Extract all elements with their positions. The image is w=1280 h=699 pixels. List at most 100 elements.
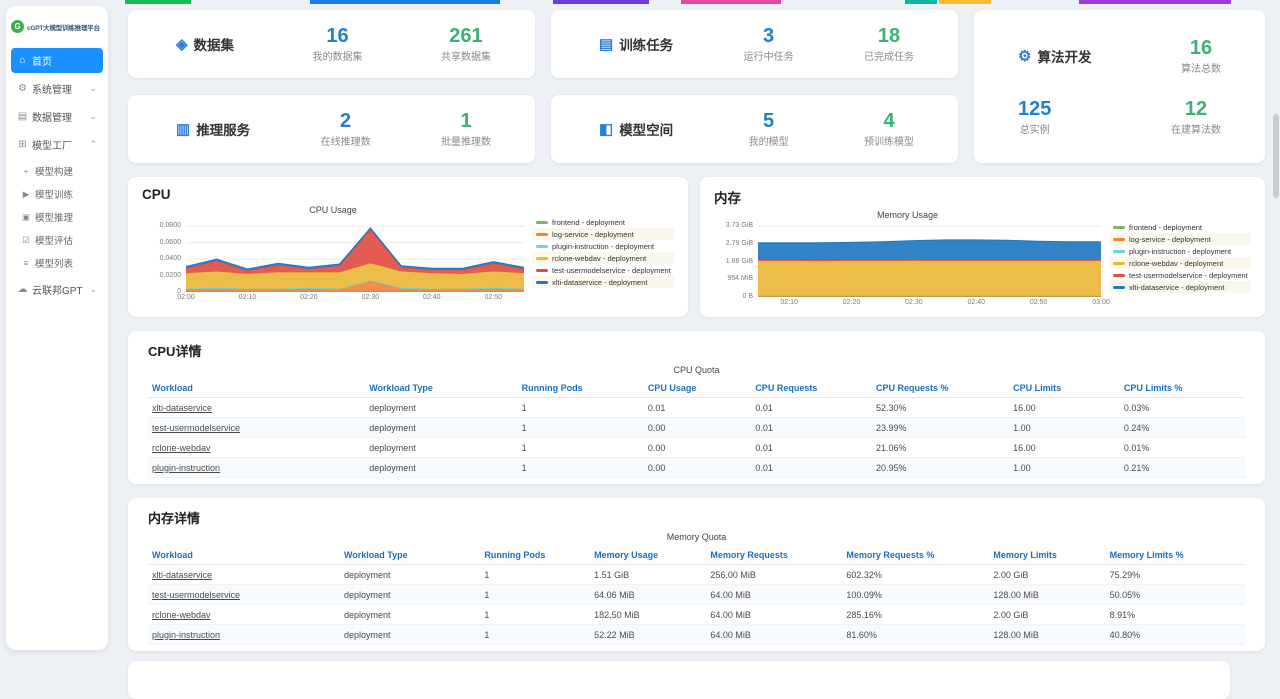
table-cell: 40.80% bbox=[1106, 625, 1245, 645]
stat-label: 我的数据集 bbox=[313, 48, 363, 63]
table-cell: 64.06 MiB bbox=[590, 585, 706, 605]
factory-icon: ⊞ bbox=[17, 139, 28, 150]
legend-color-marker bbox=[1113, 262, 1125, 265]
column-header[interactable]: CPU Requests % bbox=[872, 379, 1009, 398]
legend-item[interactable]: log-service - deployment bbox=[1109, 233, 1251, 245]
sidebar-item-label: 模型列表 bbox=[35, 256, 98, 270]
workload-link[interactable]: rclone-webdav bbox=[148, 605, 340, 625]
table-cell: 128.00 MiB bbox=[989, 585, 1105, 605]
sidebar-item-cloud-gpt[interactable]: ☁ 云联邦GPT ⌄ bbox=[11, 277, 103, 302]
legend-color-marker bbox=[536, 269, 548, 272]
sidebar-item-model-factory[interactable]: ⊞ 模型工厂 ⌃ bbox=[11, 132, 103, 157]
stat-title-label: 推理服务 bbox=[196, 119, 250, 139]
legend-item[interactable]: xlti-dataservice - deployment bbox=[1109, 281, 1251, 293]
x-axis-label: 02:20 bbox=[843, 299, 861, 306]
table-cell: 1 bbox=[518, 398, 644, 418]
workload-link[interactable]: plugin-instruction bbox=[148, 458, 365, 478]
cpu-y-axis: 00.02000.04000.06000.0800 bbox=[142, 218, 186, 292]
legend-item[interactable]: rclone-webdav - deployment bbox=[532, 252, 674, 264]
column-header[interactable]: Workload bbox=[148, 379, 365, 398]
column-header[interactable]: Workload Type bbox=[340, 546, 480, 565]
page-scrollbar bbox=[1273, 0, 1279, 662]
column-header[interactable]: Running Pods bbox=[518, 379, 644, 398]
legend-item[interactable]: test-usermodelservice - deployment bbox=[1109, 269, 1251, 281]
workload-link[interactable]: test-usermodelservice bbox=[148, 418, 365, 438]
memory-panel-title: 内存 bbox=[714, 187, 1251, 207]
column-header[interactable]: Workload Type bbox=[365, 379, 517, 398]
memory-usage-chart[interactable] bbox=[758, 223, 1101, 297]
sidebar-item-data-management[interactable]: ▤ 数据管理 ⌄ bbox=[11, 104, 103, 129]
cpu-usage-chart[interactable] bbox=[186, 218, 524, 292]
table-cell: 1 bbox=[480, 605, 590, 625]
sidebar-item-model-build[interactable]: + 模型构建 bbox=[16, 160, 103, 182]
column-header[interactable]: CPU Limits % bbox=[1120, 379, 1245, 398]
sidebar-item-home[interactable]: ⌂ 首页 bbox=[11, 48, 103, 73]
table-cell: 1 bbox=[518, 438, 644, 458]
column-header[interactable]: Memory Requests % bbox=[842, 546, 989, 565]
scrollbar-thumb[interactable] bbox=[1273, 114, 1279, 198]
legend-item[interactable]: plugin-instruction - deployment bbox=[532, 240, 674, 252]
column-header[interactable]: Running Pods bbox=[480, 546, 590, 565]
partial-panel bbox=[128, 661, 1230, 699]
legend-color-marker bbox=[536, 245, 548, 248]
cpu-chart-title: CPU Usage bbox=[142, 205, 524, 215]
app-title: cGPT大模型训练推理平台 bbox=[27, 22, 100, 32]
legend-item[interactable]: log-service - deployment bbox=[532, 228, 674, 240]
database-icon: ▤ bbox=[17, 111, 28, 122]
sidebar-item-label: 模型构建 bbox=[35, 164, 98, 178]
table-cell: 602.32% bbox=[842, 565, 989, 585]
legend-label: rclone-webdav - deployment bbox=[1129, 259, 1223, 268]
column-header[interactable]: Memory Requests bbox=[706, 546, 842, 565]
legend-item[interactable]: xlti-dataservice - deployment bbox=[532, 276, 674, 288]
model-build-icon: + bbox=[21, 166, 31, 176]
table-cell: 0.00 bbox=[644, 458, 752, 478]
table-cell: 1 bbox=[480, 625, 590, 645]
stat-algorithms-in-progress: 12 在建算法数 bbox=[1171, 98, 1221, 136]
column-header[interactable]: Memory Usage bbox=[590, 546, 706, 565]
algorithm-dev-card: ⚙ 算法开发 16 算法总数 125 总实例 12 在建算法数 bbox=[974, 10, 1265, 163]
workload-link[interactable]: xlti-dataservice bbox=[148, 565, 340, 585]
table-cell: deployment bbox=[365, 398, 517, 418]
legend-item[interactable]: rclone-webdav - deployment bbox=[1109, 257, 1251, 269]
table-cell: 1 bbox=[480, 585, 590, 605]
workload-link[interactable]: xlti-dataservice bbox=[148, 398, 365, 418]
workload-link[interactable]: rclone-webdav bbox=[148, 438, 365, 458]
legend-color-marker bbox=[1113, 238, 1125, 241]
top-strip-segment bbox=[939, 0, 991, 4]
chevron-down-icon: ⌄ bbox=[89, 284, 97, 295]
column-header[interactable]: CPU Limits bbox=[1009, 379, 1120, 398]
workload-link[interactable]: plugin-instruction bbox=[148, 625, 340, 645]
sidebar-item-model-evaluate[interactable]: ☑ 模型评估 bbox=[16, 229, 103, 251]
stat-value: 4 bbox=[864, 110, 914, 132]
sidebar-item-model-train[interactable]: ▶ 模型训练 bbox=[16, 183, 103, 205]
legend-label: frontend - deployment bbox=[552, 218, 625, 227]
table-cell: 0.21% bbox=[1120, 458, 1245, 478]
column-header[interactable]: Memory Limits bbox=[989, 546, 1105, 565]
column-header[interactable]: Workload bbox=[148, 546, 340, 565]
top-strip-segment bbox=[125, 0, 191, 4]
table-cell: deployment bbox=[340, 585, 480, 605]
memory-y-axis: 0 B954 MiB1.86 GiB2.79 GiB3.73 GiB bbox=[714, 223, 758, 297]
stat-label: 在线推理数 bbox=[321, 133, 371, 148]
table-cell: 2.00 GiB bbox=[989, 605, 1105, 625]
stat-title-label: 算法开发 bbox=[1037, 46, 1091, 66]
stat-title-label: 数据集 bbox=[194, 34, 235, 54]
sidebar-item-model-inference[interactable]: ▣ 模型推理 bbox=[16, 206, 103, 228]
workload-link[interactable]: test-usermodelservice bbox=[148, 585, 340, 605]
column-header[interactable]: CPU Requests bbox=[751, 379, 872, 398]
memory-quota-title: Memory Quota bbox=[148, 532, 1245, 542]
legend-item[interactable]: frontend - deployment bbox=[1109, 221, 1251, 233]
sidebar-item-model-list[interactable]: ≡ 模型列表 bbox=[16, 252, 103, 274]
legend-item[interactable]: plugin-instruction - deployment bbox=[1109, 245, 1251, 257]
x-axis-label: 02:40 bbox=[968, 299, 986, 306]
training-tasks-icon: ▤ bbox=[599, 35, 613, 53]
legend-item[interactable]: test-usermodelservice - deployment bbox=[532, 264, 674, 276]
sidebar-item-system-management[interactable]: ⚙ 系统管理 ⌄ bbox=[11, 76, 103, 101]
sidebar-item-label: 模型评估 bbox=[35, 233, 98, 247]
column-header[interactable]: CPU Usage bbox=[644, 379, 752, 398]
x-axis-label: 03:00 bbox=[1092, 299, 1110, 306]
column-header[interactable]: Memory Limits % bbox=[1106, 546, 1245, 565]
legend-item[interactable]: frontend - deployment bbox=[532, 216, 674, 228]
cloud-icon: ☁ bbox=[17, 284, 28, 295]
top-strip-segment bbox=[681, 0, 781, 4]
